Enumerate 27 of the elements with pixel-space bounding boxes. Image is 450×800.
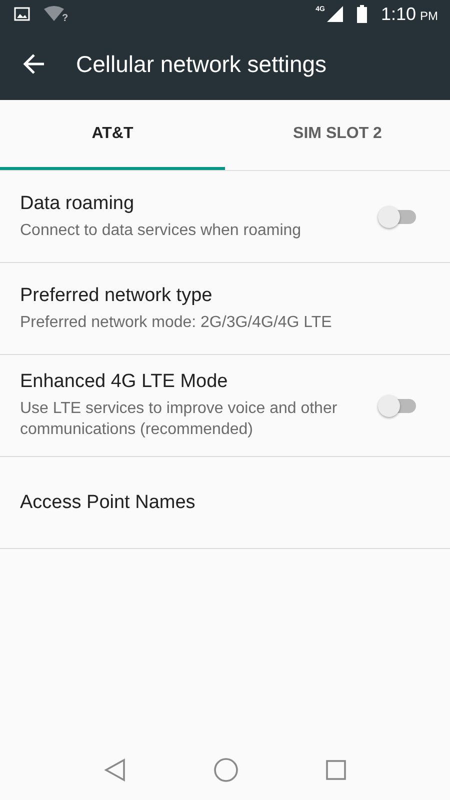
toggle-switch[interactable] (378, 394, 418, 416)
setting-summary: Preferred network mode: 2G/3G/4G/4G LTE (20, 312, 333, 332)
settings-row[interactable]: Data roaming Connect to data services when roaming (0, 171, 450, 263)
settings-row[interactable]: Access Point Names (0, 457, 450, 549)
settings-row[interactable]: Enhanced 4G LTE Mode Use LTE services to improve voice and other communications (recommended) (0, 355, 450, 457)
tab[interactable]: AT&T (0, 100, 225, 170)
clock-time: 1:10 (380, 4, 416, 24)
setting-title: Access Point Names (20, 492, 196, 514)
back-icon[interactable] (103, 758, 127, 782)
back-arrow-icon[interactable] (22, 52, 46, 76)
wifi-icon (44, 6, 64, 22)
home-icon[interactable] (213, 757, 239, 783)
battery-icon (356, 5, 367, 23)
signal-icon (326, 6, 343, 22)
clock-am-pm: PM (420, 8, 438, 22)
settings-row[interactable]: Preferred network type Preferred network mode: 2G/3G/4G/4G LTE (0, 263, 450, 355)
setting-title: Data roaming (20, 192, 136, 214)
screen-title: Cellular network settings (76, 50, 327, 78)
recents-icon[interactable] (325, 759, 347, 781)
image-icon (14, 7, 30, 21)
wifi-status-text: ? (62, 12, 68, 24)
setting-title: Enhanced 4G LTE Mode (20, 371, 229, 393)
toggle-switch[interactable] (378, 206, 418, 228)
tab[interactable]: SIM SLOT 2 (225, 100, 450, 170)
setting-title: Preferred network type (20, 284, 214, 306)
setting-summary: Use LTE services to improve voice and other communications (recommended) (20, 399, 338, 440)
setting-summary: Connect to data services when roaming (20, 220, 302, 240)
